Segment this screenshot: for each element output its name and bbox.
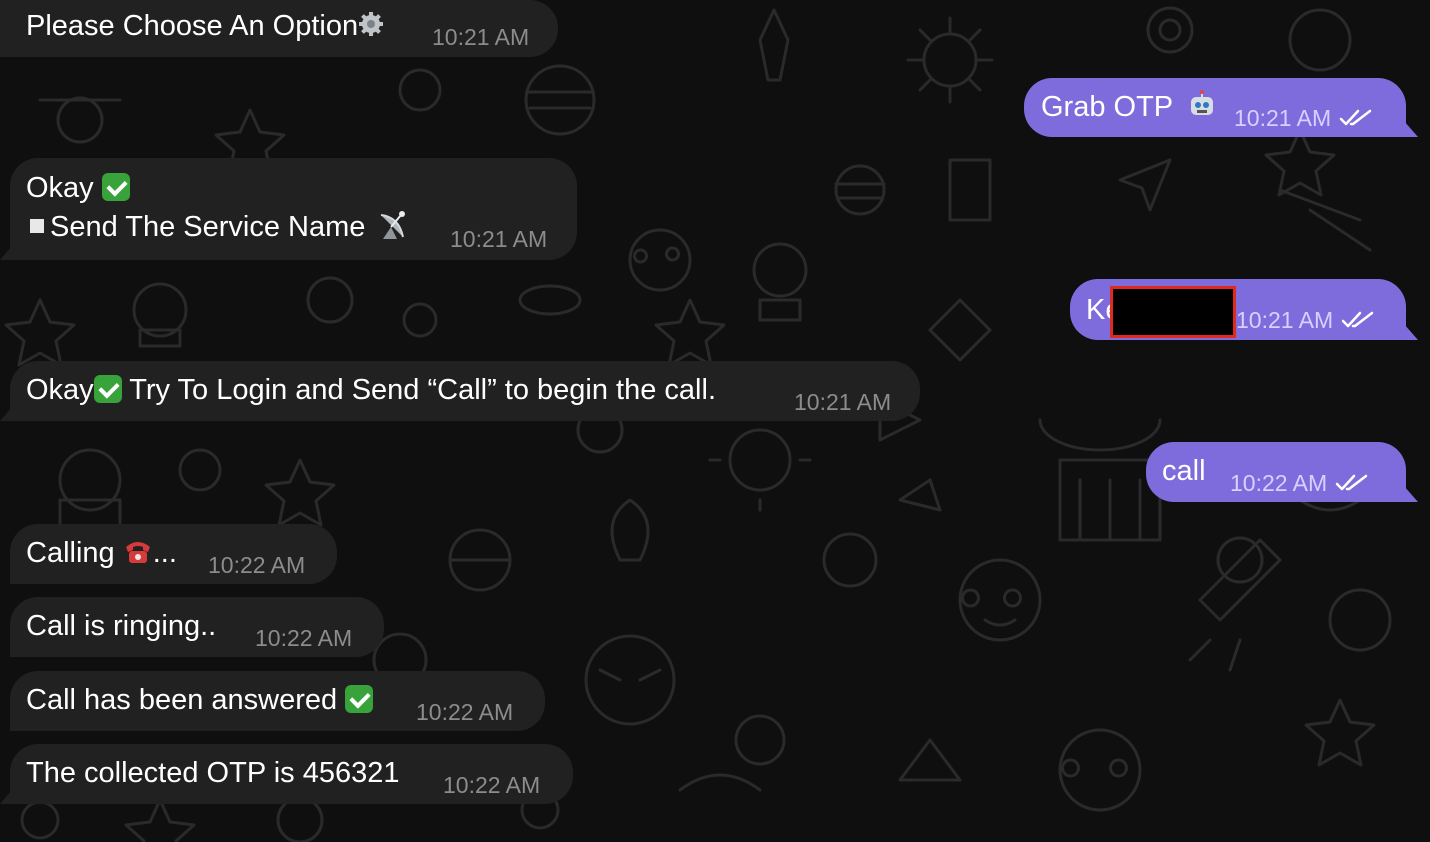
message-time: 10:22 AM [1230,470,1328,496]
outgoing-message-call[interactable]: call 10:22 AM [1146,442,1418,502]
incoming-message-collected-otp[interactable]: The collected OTP is 456321 10:22 AM [0,744,573,804]
incoming-message-send-service[interactable]: Okay Send The Service Name 10:21 AM [0,158,577,260]
incoming-message-ringing[interactable]: Call is ringing.. 10:22 AM [10,597,384,657]
message-meta: 10:21 AM [1236,307,1375,333]
incoming-message-answered[interactable]: Call has been answered 10:22 AM [10,671,545,731]
telephone-icon [125,542,150,563]
message-meta: 10:21 AM [1234,105,1373,131]
message-time: 10:21 AM [432,24,530,50]
outgoing-message-redacted[interactable]: Ke 10:21 AM [1070,279,1418,340]
check-mark-button-icon [93,375,122,403]
read-checkmarks-icon [1335,474,1368,491]
message-time: 10:22 AM [255,625,353,651]
incoming-message-calling[interactable]: Calling ... 10:22 AM [10,524,337,584]
check-mark-button-icon [101,173,130,201]
gear-icon [359,12,384,36]
message-time: 10:22 AM [443,772,541,798]
read-checkmarks-icon [1341,311,1374,328]
redaction-box [1110,286,1236,338]
message-body: Send The Service Name [50,211,366,243]
check-mark-button-icon [345,685,374,713]
message-body: Call has been answered [26,684,346,716]
message-text: The collected OTP is 456321 [26,757,400,789]
message-body: Try To Login and Send “Call” to begin th… [121,374,717,406]
message-text: Please Choose An Option [26,8,384,44]
read-checkmarks-icon [1339,109,1372,126]
bullet-square-icon [30,219,44,233]
message-time: 10:21 AM [794,389,892,415]
message-time: 10:21 AM [1236,307,1334,333]
message-meta: 10:22 AM [1230,470,1369,496]
message-line-1: Okay [26,170,130,206]
message-line-2: Send The Service Name [26,209,411,245]
incoming-message-choose-option[interactable]: Please Choose An Option 10:21 AM [0,0,558,57]
message-body: Please Choose An Option [26,10,359,42]
message-text: Call has been answered [26,682,374,718]
incoming-message-try-login[interactable]: Okay Try To Login and Send “Call” to beg… [0,361,920,421]
message-text: Grab OTP [1041,89,1217,125]
message-text: call [1162,455,1206,487]
outgoing-message-grab-otp[interactable]: Grab OTP 10:21 AM [1024,78,1418,137]
message-body: ... [152,537,177,569]
message-text: Okay Try To Login and Send “Call” to beg… [26,372,716,408]
message-time: 10:22 AM [208,552,306,578]
message-body: Okay [26,374,94,406]
message-time: 10:21 AM [450,226,548,252]
message-text: Calling ... [26,535,177,571]
message-time: 10:22 AM [416,699,514,725]
satellite-antenna-icon [381,211,406,239]
message-body: Okay [26,172,94,204]
message-body: Calling [26,537,123,569]
message-body: Grab OTP [1041,91,1173,123]
robot-icon [1190,90,1213,115]
message-time: 10:21 AM [1234,105,1332,131]
message-text: Call is ringing.. [26,610,217,642]
